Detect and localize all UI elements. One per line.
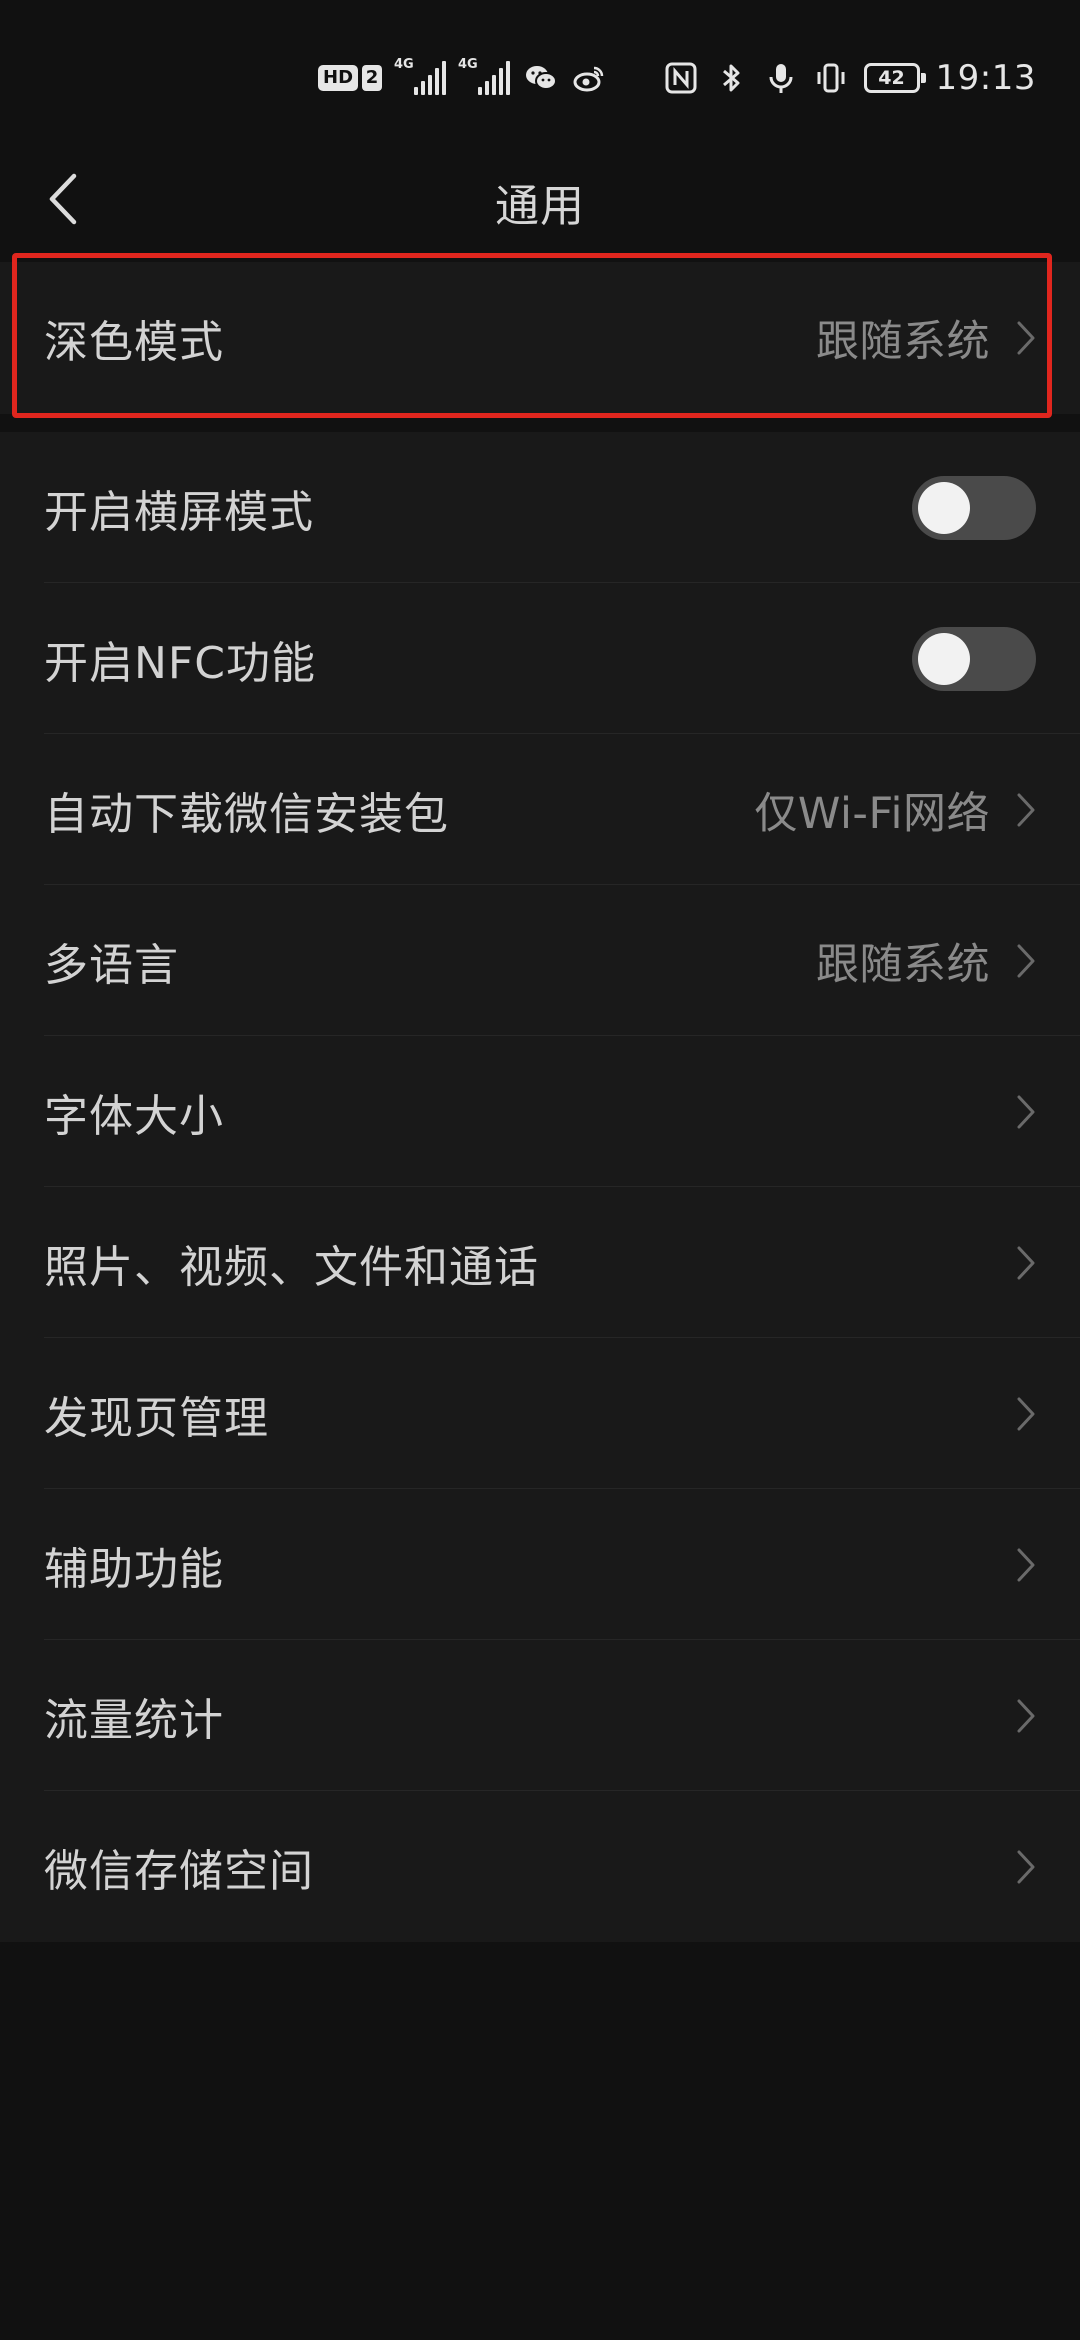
row-right [912,626,1036,691]
settings-row-storage[interactable]: 微信存储空间 [0,1791,1080,1942]
row-label: 微信存储空间 [44,1845,314,1897]
status-bar: HD 2 4G 4G 42 19:13 [0,0,1080,150]
chevron-right-icon [1017,1850,1035,1883]
row-label: 发现页管理 [44,1392,269,1444]
signal-icon-2: 4G [458,57,511,95]
hd-label: HD [318,65,359,91]
row-label: 自动下载微信安装包 [44,788,449,840]
row-right [1016,1094,1036,1130]
row-right [1016,1849,1036,1885]
row-right: 仅Wi-Fi网络 [754,779,1036,841]
toggle-knob [918,632,970,685]
row-label: 照片、视频、文件和通话 [44,1241,539,1293]
row-label: 深色模式 [44,317,224,368]
chevron-right-icon [1017,1095,1035,1128]
hd-badge: HD 2 [318,65,383,91]
row-label: 多语言 [44,939,179,991]
wechat-icon [526,66,558,90]
settings-row-discover[interactable]: 发现页管理 [0,1338,1080,1489]
row-label: 开启横屏模式 [44,486,314,538]
row-value: 仅Wi-Fi网络 [754,788,990,839]
chevron-right-icon [1017,1548,1035,1581]
signal-1-label: 4G [394,57,414,72]
chevron-right-icon [1017,944,1035,977]
settings-group-display: 深色模式 跟随系统 [0,262,1080,414]
row-right [1016,1547,1036,1583]
vibrate-icon [817,63,845,93]
battery-icon: 42 [863,63,926,93]
settings-row-nfc[interactable]: 开启NFC功能 [0,583,1080,734]
chevron-right-icon [1017,793,1035,826]
row-label: 字体大小 [44,1090,224,1142]
battery-level: 42 [878,67,905,89]
row-right [1016,1245,1036,1281]
settings-row-accessibility[interactable]: 辅助功能 [0,1489,1080,1640]
row-right [1016,1698,1036,1734]
settings-row-auto-download[interactable]: 自动下载微信安装包 仅Wi-Fi网络 [0,734,1080,885]
row-label: 辅助功能 [44,1543,224,1595]
row-right [912,475,1036,540]
row-value: 跟随系统 [816,317,990,367]
settings-row-media[interactable]: 照片、视频、文件和通话 [0,1187,1080,1338]
settings-row-data-usage[interactable]: 流量统计 [0,1640,1080,1791]
row-label: 开启NFC功能 [44,637,316,689]
toggle-knob [918,481,970,534]
chevron-right-icon [1017,321,1035,355]
row-right [1016,1396,1036,1432]
settings-row-language[interactable]: 多语言 跟随系统 [0,885,1080,1036]
chevron-right-icon [1017,1397,1035,1430]
row-label: 流量统计 [44,1694,224,1746]
settings-row-dark-mode[interactable]: 深色模式 跟随系统 [0,262,1080,414]
chevron-right-icon [1017,1246,1035,1279]
nav-bar: 通用 [0,150,1080,250]
sim-label: 2 [362,65,383,91]
signal-icon: 4G [394,57,447,95]
page-title: 通用 [495,181,585,232]
nfc-toggle[interactable] [912,626,1036,691]
row-right: 跟随系统 [816,930,1036,992]
nfc-icon [665,62,697,94]
settings-row-landscape[interactable]: 开启横屏模式 [0,432,1080,583]
chevron-right-icon [1017,1699,1035,1732]
bluetooth-icon [722,64,740,92]
row-value: 跟随系统 [816,939,990,990]
settings-group-general: 开启横屏模式 开启NFC功能 自动下载微信安装包 仅Wi-Fi网络 多语言 跟随… [0,432,1080,1942]
status-left-icons: HD 2 4G 4G [318,57,606,98]
landscape-toggle[interactable] [912,475,1036,540]
weibo-icon [573,66,604,92]
mic-icon [769,64,793,93]
clock: 19:13 [935,58,1036,98]
status-right-icons: 42 19:13 [664,55,1036,101]
settings-row-font-size[interactable]: 字体大小 [0,1036,1080,1187]
row-right: 跟随系统 [816,307,1036,369]
signal-2-label: 4G [458,57,478,72]
